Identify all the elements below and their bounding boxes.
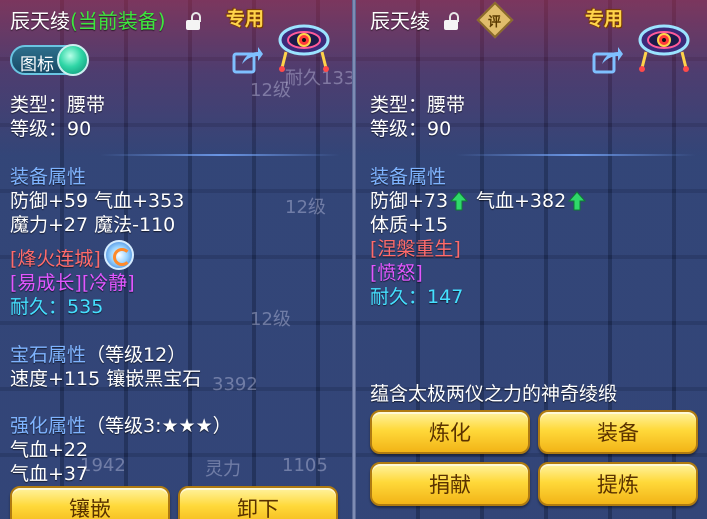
- item-title: 辰天绫(当前装备): [10, 10, 166, 32]
- stat-line: 气血+382: [476, 190, 567, 212]
- equip-attr-header: 装备属性: [370, 166, 447, 188]
- divider: [456, 154, 696, 156]
- durability: 耐久：535: [10, 296, 103, 318]
- durability-value: 535: [67, 296, 104, 318]
- durability: 耐久：147: [370, 286, 463, 308]
- belt-item-icon: [278, 24, 330, 72]
- special-skill: [易成长]: [10, 272, 82, 294]
- stat-line: 防御+59 气血+353: [10, 190, 185, 212]
- exclusive-badge: 专用: [585, 8, 624, 30]
- bg-text: 灵力: [205, 459, 241, 480]
- compare-equipment-panel: 辰天绫 评 专用 类型：腰带 等级：90 装备属性 防御+73 气血+382 体…: [356, 0, 707, 519]
- refine-button[interactable]: 炼化: [370, 410, 530, 454]
- bg-text: 12级: [250, 309, 291, 330]
- lock-icon[interactable]: [186, 12, 202, 30]
- up-arrow-icon: [568, 191, 586, 211]
- bg-text: 1105: [282, 455, 328, 476]
- stat-line: 魔力+27 魔法-110: [10, 214, 176, 236]
- special-skills: [易成长][冷静]: [10, 272, 135, 294]
- equip-button[interactable]: 装备: [538, 410, 698, 454]
- icon-toggle-label: 图标: [20, 55, 54, 75]
- item-name: 辰天绫: [10, 9, 70, 33]
- special-skill: [愤怒]: [370, 262, 423, 284]
- special-effect: [涅槃重生]: [370, 238, 461, 260]
- up-arrow-icon: [450, 191, 468, 211]
- enhance-stat: 气血+22: [10, 439, 89, 461]
- gem-header: 宝石属性: [10, 344, 87, 366]
- fire-skill-icon[interactable]: [104, 240, 134, 270]
- equip-attr-header: 装备属性: [10, 166, 87, 188]
- item-description: 蕴含太极两仪之力的神奇绫缎: [370, 383, 618, 405]
- gem-level: （等级12）: [86, 344, 187, 366]
- special-effect: [烽火连城]: [10, 248, 101, 270]
- stat-line: 防御+73: [370, 190, 449, 212]
- share-icon[interactable]: [592, 46, 624, 74]
- gem-header-line: 宝石属性（等级12）: [10, 344, 186, 366]
- special-skill: [冷静]: [81, 272, 135, 294]
- enhance-header-line: 强化属性（等级3:★★★）: [10, 415, 232, 437]
- lock-icon[interactable]: [444, 12, 460, 30]
- inlay-button[interactable]: 镶嵌: [10, 486, 170, 519]
- item-level: 等级：90: [370, 118, 452, 140]
- extract-button[interactable]: 提炼: [538, 462, 698, 506]
- current-equipment-panel: 耐久1330 12级 12级 12级 3392 1942 灵力 1105 辰天绫…: [0, 0, 352, 519]
- bg-text: 12级: [250, 80, 291, 101]
- belt-item-icon: [638, 24, 690, 72]
- durability-value: 147: [427, 286, 464, 308]
- durability-label: 耐久：: [10, 296, 68, 318]
- current-equip-tag: (当前装备): [70, 9, 166, 33]
- divider: [100, 154, 340, 156]
- exclusive-badge: 专用: [226, 8, 265, 30]
- orb-toggle-icon[interactable]: [57, 44, 89, 76]
- enhance-header: 强化属性: [10, 415, 87, 437]
- item-name: 辰天绫: [370, 9, 430, 33]
- rate-badge-label: 评: [488, 15, 502, 30]
- donate-button[interactable]: 捐献: [370, 462, 530, 506]
- enhance-stat: 气血+37: [10, 463, 89, 485]
- durability-label: 耐久：: [370, 286, 428, 308]
- bg-text: 12级: [285, 197, 326, 218]
- item-type: 类型：腰带: [370, 94, 466, 116]
- gem-stat: 速度+115 镶嵌黑宝石: [10, 368, 202, 390]
- stat-line: 体质+15: [370, 214, 449, 236]
- bg-text: 3392: [212, 374, 258, 395]
- item-type: 类型：腰带: [10, 94, 106, 116]
- item-level: 等级：90: [10, 118, 92, 140]
- share-icon[interactable]: [232, 46, 264, 74]
- unequip-button[interactable]: 卸下: [178, 486, 338, 519]
- enhance-level: （等级3:★★★）: [86, 415, 232, 437]
